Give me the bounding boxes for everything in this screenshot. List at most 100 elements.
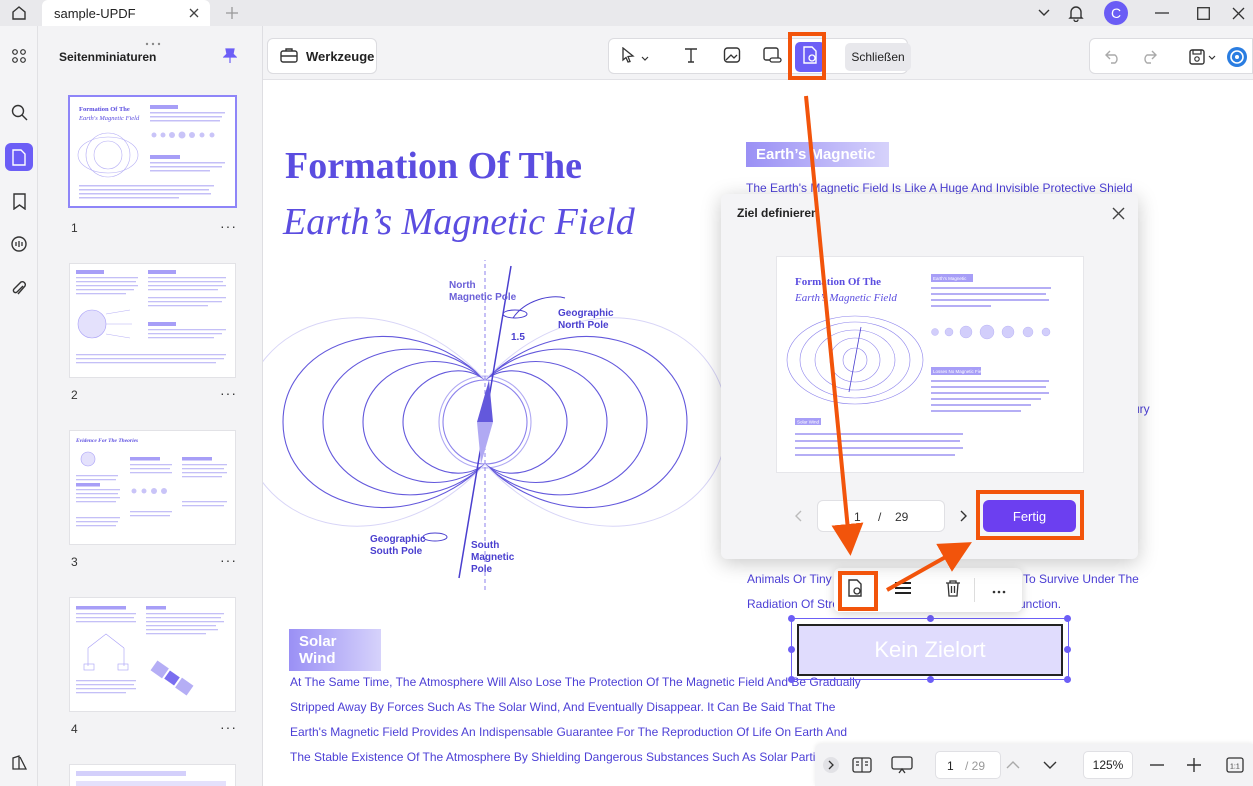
more-dots-icon <box>992 581 1006 599</box>
comment-icon[interactable] <box>5 230 33 258</box>
maximize-icon[interactable] <box>1189 0 1217 26</box>
preview-tag-2: Losses No Magnetic Field <box>933 369 985 374</box>
link-annotation-box[interactable]: Kein Zielort <box>788 615 1071 683</box>
main-toolbar: Werkzeuge Schließen <box>263 26 1253 80</box>
page-number-2: 2 <box>71 388 78 402</box>
page-thumbnail-2[interactable] <box>70 264 235 377</box>
partial-line-1-end: To Survive Under The <box>1023 572 1139 586</box>
document-tab[interactable]: sample-UPDF <box>42 0 210 26</box>
tools-button[interactable]: Werkzeuge <box>267 38 377 74</box>
previous-page-icon[interactable] <box>791 507 805 525</box>
select-tool-button[interactable] <box>613 42 657 72</box>
text-tool-button[interactable] <box>676 42 706 72</box>
solar-line: The Stable Existence Of The Atmosphere B… <box>290 750 831 764</box>
label-north-magnetic-pole: North Magnetic Pole <box>449 280 517 303</box>
thumbnail-panel: Seitenminiaturen Formation Of The Earth'… <box>38 26 263 786</box>
page-thumbnail-5[interactable] <box>70 765 235 786</box>
dialog-page-separator: / <box>878 510 882 524</box>
divider <box>974 578 975 602</box>
collapse-toggle-icon[interactable] <box>819 753 843 777</box>
thumbnail-drag-handle[interactable] <box>144 33 162 46</box>
next-page-down-icon[interactable] <box>1038 753 1062 777</box>
page-more-button-4[interactable]: ··· <box>220 719 237 735</box>
notification-bell-icon[interactable] <box>1062 0 1090 26</box>
user-avatar[interactable]: C <box>1104 1 1128 25</box>
grid-icon[interactable] <box>5 42 33 70</box>
menu-lines-icon <box>894 581 912 600</box>
page-thumbnail-4[interactable] <box>70 598 235 711</box>
link-tool-button[interactable] <box>757 42 787 72</box>
cursor-icon <box>621 46 635 68</box>
search-icon[interactable] <box>5 98 33 126</box>
minimize-icon[interactable] <box>1148 0 1176 26</box>
dialog-total-pages: 29 <box>895 510 909 524</box>
close-window-icon[interactable] <box>1224 0 1252 26</box>
done-button[interactable]: Fertig <box>983 500 1076 532</box>
document-title-line1: Formation Of The <box>285 145 582 187</box>
partial-line-2: Radiation Of Stro <box>747 597 840 611</box>
ai-assistant-icon[interactable] <box>1222 42 1252 72</box>
delete-button[interactable] <box>938 575 968 605</box>
page-number-3: 3 <box>71 555 78 569</box>
redo-icon[interactable] <box>1134 42 1164 72</box>
preview-title-line2: Earth’s Magnetic Field <box>794 292 897 304</box>
close-tab-icon[interactable] <box>186 5 202 21</box>
destination-link-tool-button[interactable] <box>795 42 825 72</box>
page-thumbnails-icon[interactable] <box>5 143 33 171</box>
solar-wind-paragraph: At The Same Time, The Atmosphere Will Al… <box>290 670 861 770</box>
page-thumbnail-3[interactable]: Evidence For The Theories <box>70 431 235 544</box>
page-more-button-1[interactable]: ··· <box>220 218 237 234</box>
page-thumbnail-1[interactable]: Formation Of The Earth's Magnetic Field <box>70 97 235 206</box>
toolbox-icon <box>280 47 298 66</box>
set-destination-button[interactable] <box>840 575 870 605</box>
resize-handle[interactable] <box>788 646 795 653</box>
resize-handle[interactable] <box>788 615 795 622</box>
preview-tag-3: Solar Wind <box>797 420 820 425</box>
pin-icon[interactable] <box>222 48 238 69</box>
close-tool-button[interactable]: Schließen <box>845 43 911 71</box>
chevron-down-icon[interactable] <box>1205 42 1219 72</box>
undo-icon[interactable] <box>1098 42 1128 72</box>
partial-line-2-end: unction. <box>1019 597 1062 611</box>
reading-mode-icon[interactable] <box>850 753 874 777</box>
presentation-icon[interactable] <box>890 753 914 777</box>
dialog-page-selector[interactable]: 1 / 29 <box>817 500 945 532</box>
next-page-icon[interactable] <box>957 507 971 525</box>
resize-handle[interactable] <box>1064 676 1071 683</box>
page-more-button-2[interactable]: ··· <box>220 385 237 401</box>
page-pin-icon <box>802 45 818 69</box>
page-pin-icon <box>847 578 863 602</box>
link-icon <box>762 46 782 69</box>
bookmark-icon[interactable] <box>5 187 33 215</box>
label-south-magnetic-pole: South Magnetic Pole <box>471 540 515 575</box>
resize-handle[interactable] <box>1064 646 1071 653</box>
layers-icon[interactable] <box>5 748 33 776</box>
label-geographic-north-pole: Geographic North Pole <box>558 308 614 331</box>
resize-handle[interactable] <box>1064 615 1071 622</box>
current-page-field[interactable]: 1 <box>947 759 954 773</box>
home-icon[interactable] <box>8 3 30 23</box>
label-angle: 1.5 <box>511 332 525 343</box>
zoom-in-icon[interactable] <box>1182 753 1206 777</box>
new-tab-icon[interactable] <box>222 3 242 23</box>
page-more-button-3[interactable]: ··· <box>220 552 237 568</box>
image-tool-button[interactable] <box>717 42 747 72</box>
destination-page-preview[interactable]: Formation Of The Earth’s Magnetic Field … <box>777 257 1083 472</box>
actual-size-icon[interactable]: 1:1 <box>1223 753 1247 777</box>
resize-handle[interactable] <box>927 615 934 622</box>
zoom-level[interactable]: 125% <box>1083 751 1133 779</box>
close-icon[interactable] <box>1109 204 1127 222</box>
attachment-icon[interactable] <box>5 275 33 303</box>
zoom-out-icon[interactable] <box>1145 753 1169 777</box>
link-context-toolbar <box>834 568 1022 612</box>
page-number-1: 1 <box>71 221 78 235</box>
more-options-button[interactable] <box>984 575 1014 605</box>
page-navigator[interactable]: 1 / 29 <box>935 751 1001 779</box>
chevron-down-icon[interactable] <box>1030 0 1058 26</box>
properties-button[interactable] <box>888 575 918 605</box>
resize-handle[interactable] <box>927 676 934 683</box>
previous-page-up-icon[interactable] <box>1001 753 1025 777</box>
dialog-current-page[interactable]: 1 <box>854 510 861 524</box>
image-icon <box>723 46 741 69</box>
resize-handle[interactable] <box>788 676 795 683</box>
